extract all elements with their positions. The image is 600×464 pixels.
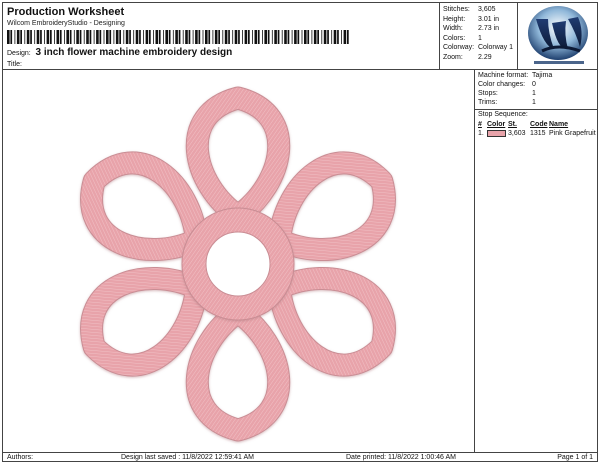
row-code: 1315 (530, 130, 546, 137)
stat-height: Height: 3.01 in (440, 15, 517, 25)
design-label: Design: (7, 50, 31, 57)
barcode (7, 30, 349, 44)
footer-saved: Design last saved : 11/8/2022 12:59:41 A… (121, 454, 254, 461)
stat-key: Colorway: (443, 44, 475, 51)
stat-value: 2.29 (478, 53, 492, 61)
row-number: 1. (478, 130, 484, 137)
stop-sequence-title: Stop Sequence: (478, 111, 528, 118)
col-number: # (478, 121, 482, 128)
stat-value: 2.73 in (478, 25, 500, 32)
worksheet-title: Production Worksheet (7, 6, 125, 18)
sequence-row: 1. 3,603 1315 Pink Grapefruit (475, 129, 597, 139)
machine-value: Tajima (532, 72, 553, 79)
footer-page: Page 1 of 1 (557, 454, 593, 461)
stat-colorway: Colorway: Colorway 1 (440, 43, 517, 53)
worksheet: Production Worksheet Wilcom EmbroiderySt… (2, 2, 598, 462)
stat-key: Stitches: (443, 6, 470, 13)
machine-key: Color changes: (478, 81, 526, 88)
col-code: Code (530, 121, 548, 128)
col-stitches: St. (508, 121, 517, 128)
stat-value: 3.01 in (478, 15, 500, 23)
software-subtitle: Wilcom EmbroideryStudio - Designing (7, 20, 125, 27)
sequence-header: # Color St. Code Name (475, 120, 597, 129)
design-line: Design: 3 inch flower machine embroidery… (7, 47, 232, 58)
stat-zoom: Zoom: 2.29 (440, 53, 517, 63)
machine-trims: Trims: 1 (475, 98, 597, 107)
design-name: 3 inch flower machine embroidery design (35, 47, 233, 58)
machine-value: 0 (532, 81, 536, 88)
machine-value: 1 (532, 90, 536, 97)
logo-icon (528, 6, 588, 64)
machine-key: Machine format: (478, 72, 529, 79)
stat-key: Colors: (443, 34, 466, 42)
flower-center (181, 207, 295, 321)
machine-color-changes: Color changes: 0 (475, 80, 597, 89)
flower-petal (185, 86, 291, 228)
machine-panel: Machine format: Tajima Color changes: 0 St… (475, 70, 597, 452)
stat-value: 1 (478, 34, 482, 42)
footer-printed: Date printed: 11/8/2022 1:00:46 AM (346, 454, 457, 461)
row-stitches: 3,603 (508, 130, 526, 137)
footer-authors: Authors: (7, 454, 34, 461)
machine-key: Trims: (478, 99, 498, 106)
flower-petal (185, 300, 291, 442)
design-preview (3, 70, 475, 452)
machine-key: Stops: (478, 90, 498, 97)
stat-value: Colorway 1 (478, 44, 514, 51)
stat-key: Height: (443, 15, 466, 23)
title-label: Title: (7, 61, 22, 68)
stat-value: 3,605 (478, 6, 496, 13)
col-color: Color (487, 121, 506, 128)
machine-value: 1 (532, 99, 536, 106)
machine-format: Machine format: Tajima (475, 71, 597, 80)
col-name: Name (549, 121, 569, 128)
footer-bar: Authors: Design last saved : 11/8/2022 1… (3, 452, 597, 462)
row-name: Pink Grapefruit (549, 130, 596, 137)
machine-stops: Stops: 1 (475, 89, 597, 98)
stat-colors: Colors: 1 (440, 34, 517, 44)
stat-width: Width: 2.73 in (440, 24, 517, 34)
stat-stitches: Stitches: 3,605 (440, 5, 517, 15)
stat-key: Width: (443, 25, 463, 32)
stats-panel: Stitches: 3,605 Height: 3.01 in Width: 2.73… (439, 3, 517, 70)
flower-embroidery (80, 86, 396, 442)
stat-key: Zoom: (443, 53, 463, 61)
brand-logo (517, 3, 597, 70)
color-swatch (487, 130, 506, 137)
